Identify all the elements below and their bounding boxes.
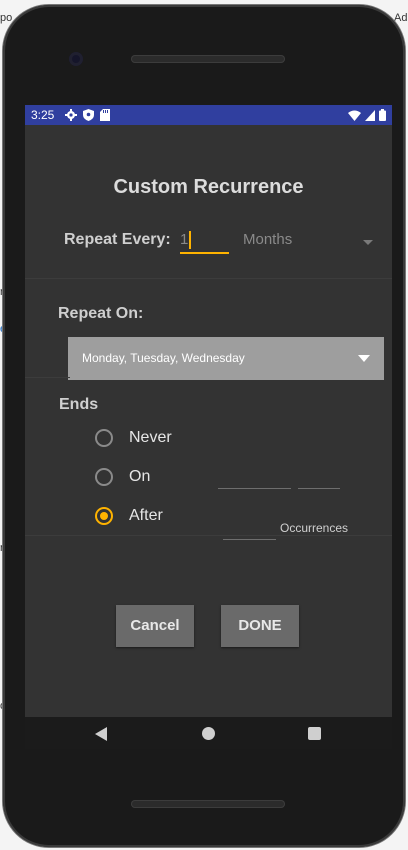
radio-label: After xyxy=(129,507,163,524)
wifi-icon xyxy=(348,110,361,121)
repeat-unit-value: Months xyxy=(243,231,293,248)
shield-icon xyxy=(83,109,94,121)
repeat-interval-input[interactable]: 1 xyxy=(180,228,229,254)
dropdown-arrow-icon xyxy=(358,355,370,362)
ends-label: Ends xyxy=(59,396,99,413)
back-icon[interactable] xyxy=(95,727,107,741)
occurrences-label: Occurrences xyxy=(280,521,349,535)
status-time: 3:25 xyxy=(31,108,55,122)
status-icons-right xyxy=(348,105,386,125)
ends-option-on[interactable]: On xyxy=(95,465,150,489)
repeat-every-label: Repeat Every: xyxy=(64,231,171,248)
repeat-on-label: Repeat On: xyxy=(58,305,144,322)
status-bar: 3:25 xyxy=(25,105,392,125)
radio-button-selected[interactable] xyxy=(95,507,113,525)
radio-label: Never xyxy=(129,429,172,446)
gear-icon xyxy=(65,109,77,121)
status-icons-left xyxy=(65,105,110,125)
signal-icon xyxy=(365,109,375,121)
divider xyxy=(25,377,70,378)
end-date-field-secondary[interactable] xyxy=(298,488,340,489)
speaker-grille xyxy=(131,800,285,808)
radio-button[interactable] xyxy=(95,468,113,486)
navigation-bar xyxy=(25,717,392,749)
divider xyxy=(25,535,392,536)
screen: 3:25 Custom Recurrence Repeat Every: 1 M… xyxy=(25,105,392,749)
phone-frame: 3:25 Custom Recurrence Repeat Every: 1 M… xyxy=(3,5,405,847)
done-button[interactable]: DONE xyxy=(221,605,299,647)
dialog-title: Custom Recurrence xyxy=(113,176,304,198)
repeat-interval-value: 1 xyxy=(180,231,189,248)
sd-card-icon xyxy=(100,109,110,121)
battery-icon xyxy=(379,109,386,121)
repeat-on-value: Monday, Tuesday, Wednesday xyxy=(82,351,245,365)
text-cursor xyxy=(189,231,192,250)
repeat-unit-dropdown[interactable]: Months xyxy=(243,228,373,252)
speaker-grille xyxy=(131,55,285,63)
camera-icon xyxy=(69,52,83,66)
occurrences-input[interactable] xyxy=(223,539,276,540)
end-date-field[interactable] xyxy=(218,488,291,489)
background-text: po xyxy=(0,12,13,24)
home-icon[interactable] xyxy=(202,727,215,740)
ends-option-after[interactable]: After xyxy=(95,504,163,528)
recents-icon[interactable] xyxy=(308,727,321,740)
ends-option-never[interactable]: Never xyxy=(95,426,172,450)
divider xyxy=(25,278,392,279)
radio-button[interactable] xyxy=(95,429,113,447)
radio-label: On xyxy=(129,468,151,485)
cancel-button[interactable]: Cancel xyxy=(116,605,194,647)
background-text: Ad xyxy=(394,12,408,24)
custom-recurrence-dialog: Custom Recurrence Repeat Every: 1 Months… xyxy=(25,125,392,717)
repeat-on-dropdown[interactable]: Monday, Tuesday, Wednesday xyxy=(68,337,384,380)
dropdown-arrow-icon xyxy=(363,240,373,245)
